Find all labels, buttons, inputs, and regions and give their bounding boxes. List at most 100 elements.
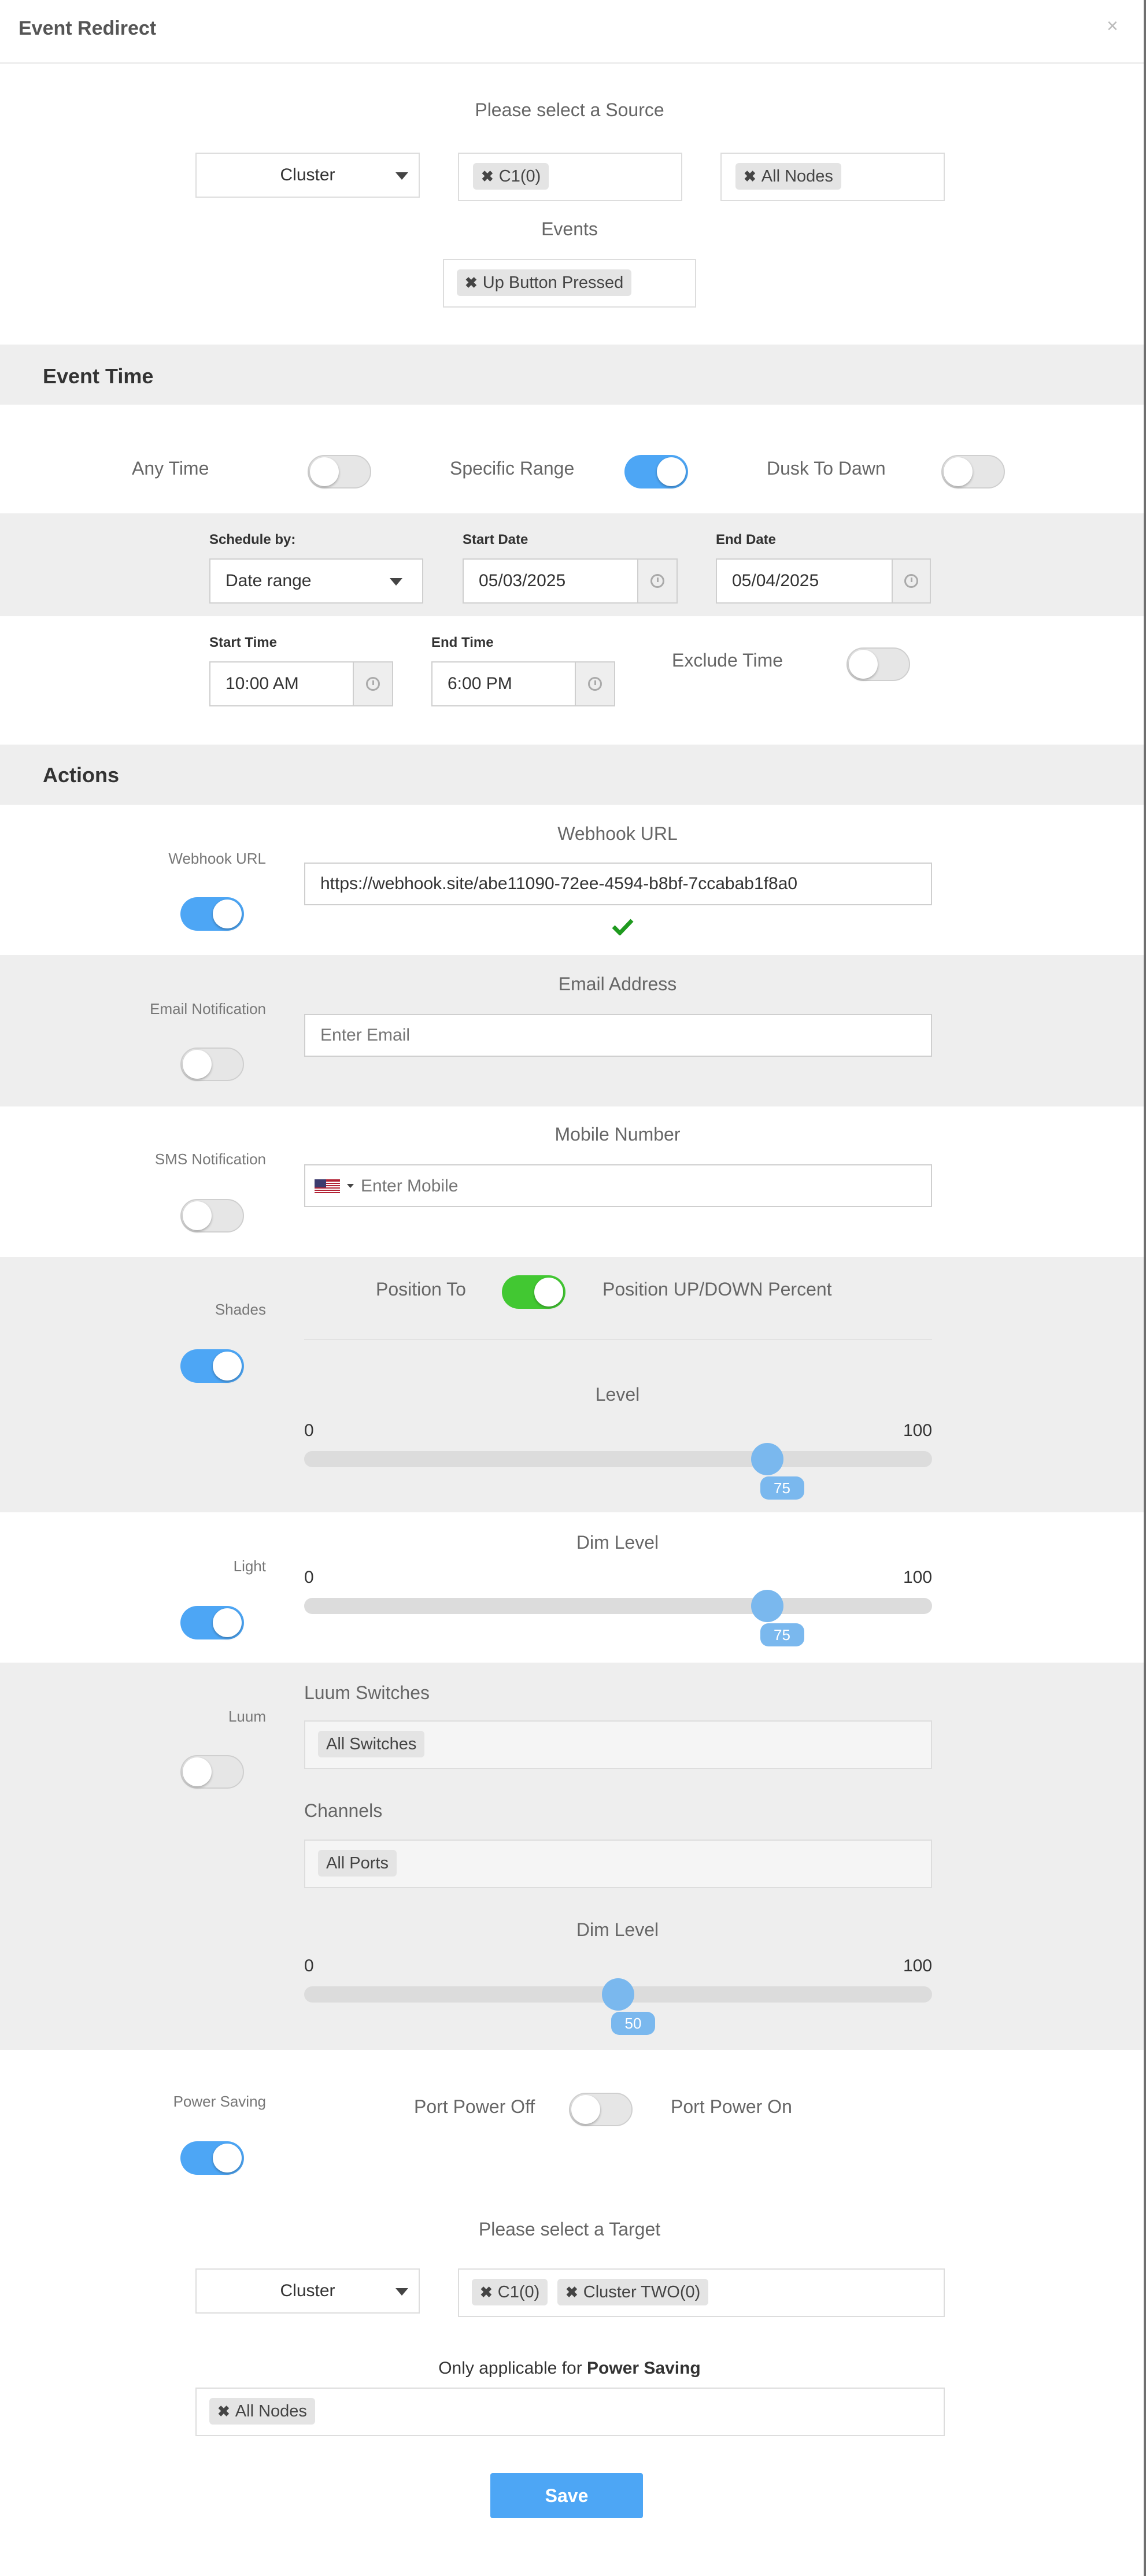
specific-range-label: Specific Range <box>450 458 575 479</box>
actions-header <box>0 745 1144 805</box>
end-time-input[interactable]: 6:00 PM <box>431 661 576 706</box>
source-cluster-tag[interactable]: ✖ C1(0) <box>473 163 549 190</box>
start-date-label: Start Date <box>463 532 528 547</box>
end-date-input[interactable]: 05/04/2025 <box>716 558 893 604</box>
mobile-input[interactable] <box>360 1170 882 1202</box>
target-type-value: Cluster <box>280 2281 335 2300</box>
source-node-tag[interactable]: ✖ All Nodes <box>735 163 841 190</box>
webhook-url-input[interactable]: https://webhook.site/abe11090-72ee-4594-… <box>304 863 932 905</box>
check-icon <box>612 919 634 935</box>
remove-icon[interactable]: ✖ <box>480 2283 493 2301</box>
us-flag-icon[interactable] <box>315 1179 340 1194</box>
start-time-picker-button[interactable] <box>353 661 393 706</box>
schedule-by-select[interactable]: Date range <box>209 558 423 604</box>
port-power-off-label: Port Power Off <box>414 2096 535 2117</box>
luum-switches-select[interactable]: All Switches <box>304 1720 932 1769</box>
port-power-toggle[interactable] <box>569 2093 633 2126</box>
target-cluster-tag[interactable]: ✖ C1(0) <box>472 2279 548 2305</box>
clock-icon <box>904 574 918 588</box>
email-side-label: Email Notification <box>150 1000 266 1017</box>
shades-toggle[interactable] <box>180 1349 244 1383</box>
target-type-select[interactable]: Cluster <box>195 2268 420 2314</box>
exclude-time-toggle[interactable] <box>846 647 910 681</box>
events-label: Events <box>541 219 598 239</box>
target-cluster-select[interactable]: ✖ C1(0) ✖ Cluster TWO(0) <box>458 2268 945 2317</box>
email-field-label: Email Address <box>558 974 677 994</box>
sms-toggle[interactable] <box>180 1199 244 1233</box>
remove-icon[interactable]: ✖ <box>744 168 756 186</box>
luum-slider-thumb[interactable] <box>602 1978 634 2011</box>
remove-icon[interactable]: ✖ <box>465 274 478 292</box>
schedule-by-label: Schedule by: <box>209 532 296 547</box>
source-node-select[interactable]: ✖ All Nodes <box>720 153 945 201</box>
start-time-input[interactable]: 10:00 AM <box>209 661 354 706</box>
any-time-toggle[interactable] <box>308 455 371 488</box>
switch-tag[interactable]: All Switches <box>318 1731 425 1757</box>
target-heading: Please select a Target <box>478 2219 661 2240</box>
light-side-label: Light <box>233 1557 266 1575</box>
chevron-down-icon <box>390 578 402 586</box>
chevron-down-icon[interactable] <box>347 1184 354 1188</box>
luum-toggle[interactable] <box>180 1755 244 1789</box>
window-edge <box>1144 0 1146 2576</box>
source-cluster-select[interactable]: ✖ C1(0) <box>458 153 682 201</box>
end-date-picker-button[interactable] <box>892 558 931 604</box>
target-node-select[interactable]: ✖ All Nodes <box>195 2388 945 2436</box>
source-heading: Please select a Source <box>475 99 664 120</box>
light-toggle[interactable] <box>180 1606 244 1639</box>
luum-min: 0 <box>304 1956 314 1975</box>
level-label: Level <box>595 1384 640 1405</box>
close-icon[interactable]: × <box>1107 15 1118 38</box>
schedule-by-value: Date range <box>225 571 312 590</box>
any-time-label: Any Time <box>132 458 209 479</box>
remove-icon[interactable]: ✖ <box>481 168 494 186</box>
shades-side-label: Shades <box>215 1301 266 1318</box>
save-button[interactable]: Save <box>490 2473 643 2518</box>
source-type-select[interactable]: Cluster <box>195 153 420 198</box>
position-mode-toggle[interactable] <box>502 1275 565 1309</box>
remove-icon[interactable]: ✖ <box>217 2403 230 2420</box>
light-slider-thumb[interactable] <box>751 1590 783 1622</box>
luum-dim-label: Dim Level <box>576 1919 659 1940</box>
webhook-toggle[interactable] <box>180 897 244 931</box>
channels-select[interactable]: All Ports <box>304 1840 932 1888</box>
mobile-input-wrapper[interactable] <box>304 1164 932 1207</box>
shades-divider <box>304 1339 932 1340</box>
dialog-title: Event Redirect <box>19 17 157 39</box>
webhook-side-label: Webhook URL <box>168 850 266 867</box>
actions-heading: Actions <box>43 763 120 787</box>
luum-value-bubble: 50 <box>611 2012 655 2035</box>
start-date-picker-button[interactable] <box>637 558 678 604</box>
start-date-input[interactable]: 05/03/2025 <box>463 558 638 604</box>
remove-icon[interactable]: ✖ <box>565 2283 578 2301</box>
chevron-down-icon <box>395 2288 408 2296</box>
level-slider-thumb[interactable] <box>751 1443 783 1475</box>
level-value-bubble: 75 <box>760 1476 804 1500</box>
end-time-label: End Time <box>431 635 494 650</box>
events-select[interactable]: ✖ Up Button Pressed <box>443 259 696 308</box>
chevron-down-icon <box>395 172 408 180</box>
exclude-time-label: Exclude Time <box>672 650 783 671</box>
webhook-field-label: Webhook URL <box>557 823 678 844</box>
light-min: 0 <box>304 1568 314 1587</box>
light-max: 100 <box>903 1568 933 1587</box>
level-slider-track[interactable] <box>304 1451 932 1467</box>
target-cluster-tag[interactable]: ✖ Cluster TWO(0) <box>557 2279 709 2305</box>
level-max: 100 <box>903 1421 933 1440</box>
target-node-tag[interactable]: ✖ All Nodes <box>209 2398 315 2425</box>
position-percent-label: Position UP/DOWN Percent <box>602 1279 832 1300</box>
email-input[interactable] <box>304 1014 932 1057</box>
specific-range-toggle[interactable] <box>624 455 688 488</box>
end-time-picker-button[interactable] <box>575 661 615 706</box>
port-power-on-label: Port Power On <box>671 2096 792 2117</box>
power-saving-toggle[interactable] <box>180 2141 244 2175</box>
dusk-to-dawn-toggle[interactable] <box>941 455 1005 488</box>
channel-tag[interactable]: All Ports <box>318 1850 397 1877</box>
event-tag[interactable]: ✖ Up Button Pressed <box>457 269 632 296</box>
header-divider <box>0 62 1144 64</box>
luum-max: 100 <box>903 1956 933 1975</box>
light-slider-track[interactable] <box>304 1598 932 1614</box>
email-toggle[interactable] <box>180 1048 244 1081</box>
sms-side-label: SMS Notification <box>154 1150 266 1168</box>
clock-icon <box>366 677 380 691</box>
